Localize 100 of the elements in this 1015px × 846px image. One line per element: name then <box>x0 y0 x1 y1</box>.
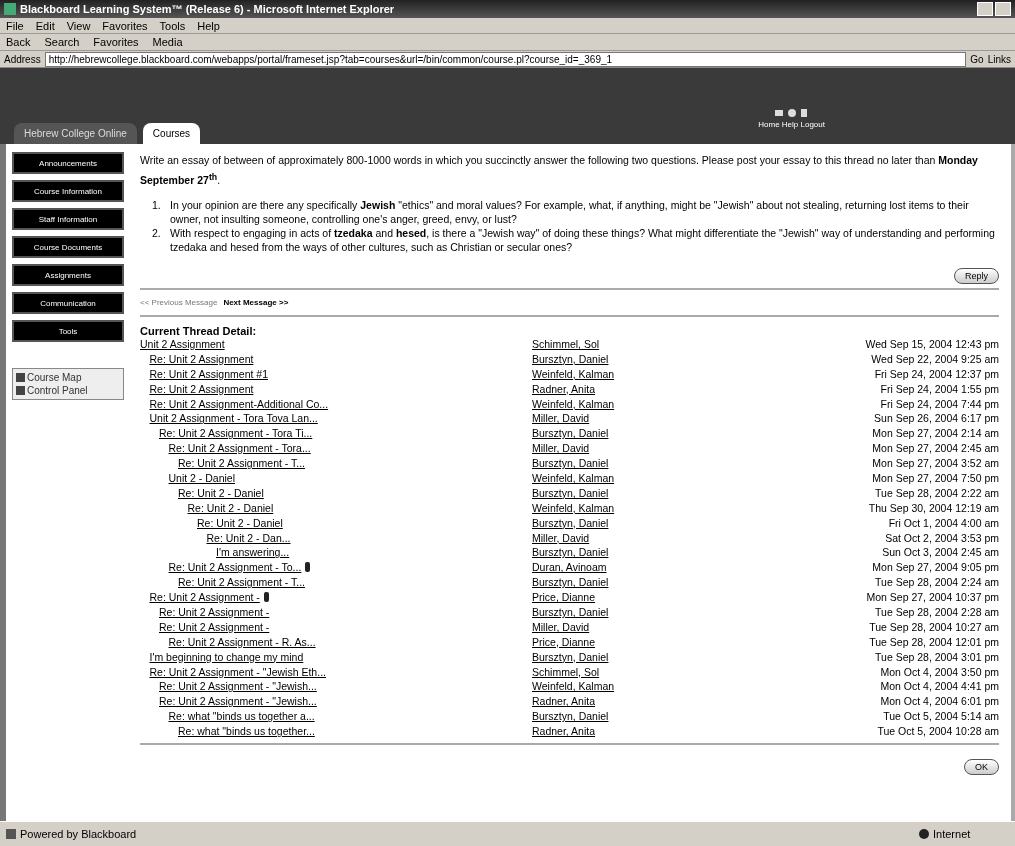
author-link[interactable]: Price, Dianne <box>532 635 596 648</box>
thread-subject-link[interactable]: Re: Unit 2 Assignment #1 <box>149 367 268 380</box>
globe-icon <box>919 829 929 839</box>
question-number: 1. <box>152 197 162 213</box>
author-link[interactable]: Bursztyn, Daniel <box>532 457 609 470</box>
toolbar-button[interactable]: Search <box>44 36 80 48</box>
thread-subject-link[interactable]: Re: Unit 2 Assignment - "Jewish Eth... <box>149 665 326 678</box>
thread-subject-link[interactable]: Re: Unit 2 - Dan... <box>206 531 291 544</box>
author-link[interactable]: Miller, David <box>532 531 590 544</box>
thread-subject-link[interactable]: Unit 2 Assignment <box>140 337 225 350</box>
thread-subject-link[interactable]: Unit 2 - Daniel <box>168 471 236 484</box>
thread-subject-link[interactable]: Unit 2 Assignment - Tora Tova Lan... <box>149 412 318 425</box>
post-date: Mon Sep 27, 2004 10:37 pm <box>865 591 999 604</box>
author-link[interactable]: Bursztyn, Daniel <box>532 650 609 663</box>
menu-item[interactable]: Edit <box>35 19 55 32</box>
thread-subject-link[interactable]: Re: Unit 2 Assignment - "Jewish... <box>159 695 317 708</box>
tool-link[interactable]: Control Panel <box>27 385 88 396</box>
author-link[interactable]: Miller, David <box>532 442 590 455</box>
author-link[interactable]: Bursztyn, Daniel <box>532 576 609 589</box>
links-button[interactable]: Links <box>987 53 1011 65</box>
menu-item[interactable]: File <box>6 19 24 32</box>
post-date: Tue Oct 5, 2004 10:28 am <box>876 725 999 738</box>
thread-subject-link[interactable]: I'm beginning to change my mind <box>149 650 304 663</box>
author-link[interactable]: Bursztyn, Daniel <box>532 546 609 559</box>
question-text: With respect to engaging in acts of tzedaka and hesed, is there a "Jewish way" of doing these things? What might differentiate the "Jewish" way of understanding and performing tzedaka and hesed from the ways of other cultures, such as Christian or secular ones? <box>170 225 996 254</box>
thread-subject-link[interactable]: Re: Unit 2 Assignment - "Jewish... <box>159 680 317 693</box>
author-link[interactable]: Radner, Anita <box>532 382 596 395</box>
question-number: 2. <box>152 225 162 241</box>
post-date: Fri Sep 24, 2004 7:44 pm <box>879 397 999 410</box>
author-link[interactable]: Weinfeld, Kalman <box>532 680 615 693</box>
thread-subject-link[interactable]: Re: Unit 2 Assignment <box>149 352 254 365</box>
next-message-link[interactable]: Next Message >> <box>223 297 289 307</box>
author-link[interactable]: Radner, Anita <box>532 725 596 738</box>
sidebar-button[interactable]: Assignments <box>12 264 124 286</box>
author-link[interactable]: Weinfeld, Kalman <box>532 501 615 514</box>
thread-subject-link[interactable]: Re: Unit 2 Assignment - To... <box>168 561 302 574</box>
author-link[interactable]: Price, Dianne <box>532 591 596 604</box>
author-link[interactable]: Bursztyn, Daniel <box>532 352 609 365</box>
thread-subject-link[interactable]: Re: what "binds us together a... <box>168 710 315 723</box>
assignment-text: Write an essay of between of approximately 800-1000 words in which you succinctly answer the following two questions. Please post your essay to this thread no later than Monday September 27$^{th}$. <box>140 153 979 188</box>
sidebar-button[interactable]: Staff Information <box>12 208 124 230</box>
sidebar-button[interactable]: Tools <box>12 320 124 342</box>
post-date: Wed Sep 15, 2004 12:43 pm <box>864 337 999 350</box>
author-link[interactable]: Weinfeld, Kalman <box>532 367 615 380</box>
post-date: Tue Sep 28, 2004 2:24 am <box>874 576 999 589</box>
menu-item[interactable]: Favorites <box>102 19 148 32</box>
thread-subject-link[interactable]: Re: Unit 2 Assignment - Tora Ti... <box>159 427 313 440</box>
thread-subject-link[interactable]: Re: Unit 2 - Daniel <box>178 486 264 499</box>
tab[interactable]: Hebrew College Online <box>14 123 137 144</box>
menu-item[interactable]: Help <box>197 19 220 32</box>
thread-subject-link[interactable]: Re: Unit 2 Assignment - Tora... <box>168 442 311 455</box>
thread-subject-link[interactable]: Re: Unit 2 Assignment - T... <box>178 457 306 470</box>
tab[interactable]: Courses <box>142 123 201 144</box>
author-link[interactable]: Schimmel, Sol <box>532 665 600 678</box>
post-date: Fri Sep 24, 2004 1:55 pm <box>879 382 999 395</box>
sidebar-button[interactable]: Course Documents <box>12 236 124 258</box>
header-icons-drawing[interactable] <box>774 108 809 118</box>
address-field[interactable]: http://hebrewcollege.blackboard.com/webapps/portal/frameset.jsp?tab=courses&url=/bin/common/course.pl?course_id=_369_1 <box>44 51 967 67</box>
post-date: Sat Oct 2, 2004 3:53 pm <box>884 531 999 544</box>
thread-subject-link[interactable]: Re: Unit 2 Assignment-Additional Co... <box>149 397 329 410</box>
sidebar-button[interactable]: Communication <box>12 292 124 314</box>
thread-subject-link[interactable]: Re: Unit 2 Assignment - R. As... <box>168 635 316 648</box>
thread-subject-link[interactable]: Re: Unit 2 Assignment - <box>149 591 260 604</box>
toolbar-button[interactable]: Media <box>152 36 183 48</box>
thread-subject-link[interactable]: Re: Unit 2 - Daniel <box>197 516 283 529</box>
thread-subject-link[interactable]: I'm answering... <box>216 546 290 559</box>
author-link[interactable]: Miller, David <box>532 620 590 633</box>
author-link[interactable]: Duran, Avinoam <box>532 561 607 574</box>
ok-button[interactable]: OK <box>964 758 999 775</box>
author-link[interactable]: Miller, David <box>532 412 590 425</box>
author-link[interactable]: Bursztyn, Daniel <box>532 516 609 529</box>
thread-subject-link[interactable]: Re: Unit 2 Assignment - <box>159 620 270 633</box>
author-link[interactable]: Weinfeld, Kalman <box>532 471 615 484</box>
thread-subject-link[interactable]: Re: what "binds us together... <box>178 725 315 738</box>
menu-item[interactable]: View <box>66 19 91 32</box>
author-link[interactable]: Weinfeld, Kalman <box>532 397 615 410</box>
thread-subject-link[interactable]: Re: Unit 2 Assignment - <box>159 605 270 618</box>
reply-button[interactable]: Reply <box>954 267 999 284</box>
menu-item[interactable]: Tools <box>159 19 186 32</box>
thread-subject-link[interactable]: Re: Unit 2 Assignment - T... <box>178 576 306 589</box>
author-link[interactable]: Bursztyn, Daniel <box>532 710 609 723</box>
post-date: Mon Sep 27, 2004 3:52 am <box>871 457 999 470</box>
author-link[interactable]: Radner, Anita <box>532 695 596 708</box>
sidebar-button[interactable]: Announcements <box>12 152 124 174</box>
previous-message-link[interactable]: << Previous Message <box>140 297 218 307</box>
author-link[interactable]: Bursztyn, Daniel <box>532 427 609 440</box>
post-date: Tue Sep 28, 2004 12:01 pm <box>868 635 999 648</box>
thread-subject-link[interactable]: Re: Unit 2 - Daniel <box>187 501 274 514</box>
author-link[interactable]: Schimmel, Sol <box>532 337 600 350</box>
toolbar-button[interactable]: Back <box>6 36 31 48</box>
sidebar-button[interactable]: Course Information <box>12 180 124 202</box>
post-date: Mon Oct 4, 2004 6:01 pm <box>879 695 999 708</box>
toolbar-button[interactable]: Favorites <box>93 36 139 48</box>
header-links[interactable]: Home Help Logout <box>758 120 825 129</box>
thread-subject-link[interactable]: Re: Unit 2 Assignment <box>149 382 254 395</box>
go-button[interactable]: Go <box>970 53 984 65</box>
tool-link[interactable]: Course Map <box>27 372 82 383</box>
page-icon <box>6 829 16 839</box>
author-link[interactable]: Bursztyn, Daniel <box>532 605 609 618</box>
author-link[interactable]: Bursztyn, Daniel <box>532 486 609 499</box>
